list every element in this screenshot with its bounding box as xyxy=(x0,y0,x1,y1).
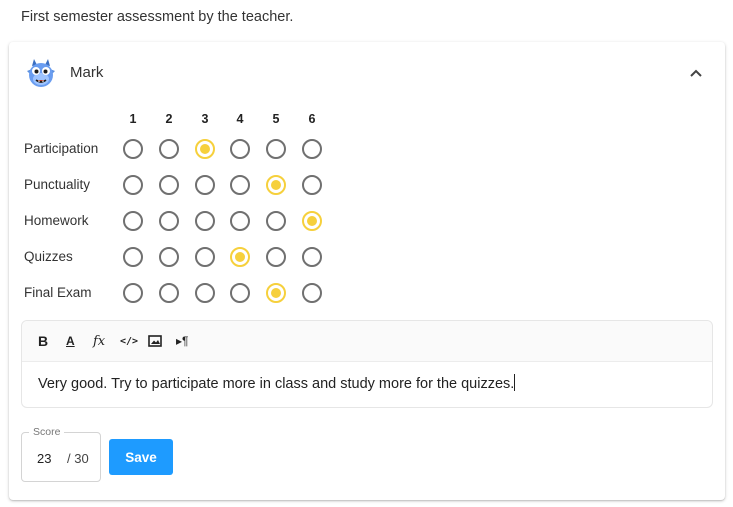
rating-radio-3[interactable] xyxy=(195,139,215,159)
scale-label-4: 4 xyxy=(236,112,244,126)
text-caret xyxy=(514,374,516,391)
rating-radio-6[interactable] xyxy=(302,283,322,303)
rating-radio-2[interactable] xyxy=(159,139,179,159)
rating-radio-5[interactable] xyxy=(266,175,286,195)
rating-radio-2[interactable] xyxy=(159,211,179,231)
criterion-label: Homework xyxy=(24,213,89,228)
scale-label-5: 5 xyxy=(272,112,280,126)
student-assessment-card: Mark 1 2 3 4 5 6 Participation Punctualit… xyxy=(9,42,725,500)
scale-label-6: 6 xyxy=(308,112,316,126)
rating-radio-5[interactable] xyxy=(266,139,286,159)
comment-editor[interactable]: B A fx </> ▸¶ Very good. Try to particip… xyxy=(21,320,713,408)
code-icon[interactable]: </> xyxy=(120,332,138,350)
rating-radio-1[interactable] xyxy=(123,139,143,159)
student-name: Mark xyxy=(70,64,104,81)
rating-radio-3[interactable] xyxy=(195,175,215,195)
criterion-label: Participation xyxy=(24,141,99,156)
rating-radio-6[interactable] xyxy=(302,139,322,159)
image-icon[interactable] xyxy=(148,332,162,350)
editor-toolbar: B A fx </> ▸¶ xyxy=(22,321,712,362)
rating-radio-1[interactable] xyxy=(123,283,143,303)
score-field[interactable]: Score 23 / 30 xyxy=(21,426,101,482)
rating-radio-1[interactable] xyxy=(123,175,143,195)
criterion-label: Final Exam xyxy=(24,285,92,300)
score-input[interactable]: 23 xyxy=(37,451,51,466)
criterion-label: Punctuality xyxy=(24,177,91,192)
rating-radio-3[interactable] xyxy=(195,211,215,231)
rating-radio-5[interactable] xyxy=(266,211,286,231)
rating-radio-4[interactable] xyxy=(230,211,250,231)
scale-label-1: 1 xyxy=(129,112,137,126)
scale-label-3: 3 xyxy=(201,112,209,126)
rating-radio-2[interactable] xyxy=(159,247,179,267)
font-color-icon[interactable]: A xyxy=(66,332,75,350)
score-label: Score xyxy=(29,426,65,438)
rating-radio-5[interactable] xyxy=(266,283,286,303)
monster-avatar-icon xyxy=(27,59,55,87)
paragraph-icon[interactable]: ▸¶ xyxy=(176,332,188,350)
rating-radio-1[interactable] xyxy=(123,211,143,231)
rating-radio-4[interactable] xyxy=(230,283,250,303)
collapse-button[interactable] xyxy=(684,61,708,85)
bold-icon[interactable]: B xyxy=(38,332,48,350)
rating-radio-3[interactable] xyxy=(195,283,215,303)
criterion-label: Quizzes xyxy=(24,249,73,264)
rating-radio-2[interactable] xyxy=(159,175,179,195)
rating-radio-5[interactable] xyxy=(266,247,286,267)
formula-icon[interactable]: fx xyxy=(93,332,105,350)
chevron-up-icon xyxy=(690,69,702,77)
comment-text-content: Very good. Try to participate more in cl… xyxy=(38,376,515,392)
rating-radio-6[interactable] xyxy=(302,175,322,195)
rating-radio-2[interactable] xyxy=(159,283,179,303)
score-max: / 30 xyxy=(67,451,89,466)
rating-radio-4[interactable] xyxy=(230,139,250,159)
student-header[interactable]: Mark xyxy=(9,42,725,104)
rating-radio-4[interactable] xyxy=(230,247,250,267)
rating-radio-6[interactable] xyxy=(302,211,322,231)
save-button[interactable]: Save xyxy=(109,439,173,475)
comment-text[interactable]: Very good. Try to participate more in cl… xyxy=(38,374,516,392)
rating-radio-1[interactable] xyxy=(123,247,143,267)
rating-radio-4[interactable] xyxy=(230,175,250,195)
assessment-description: First semester assessment by the teacher… xyxy=(21,9,294,25)
rating-radio-6[interactable] xyxy=(302,247,322,267)
rating-radio-3[interactable] xyxy=(195,247,215,267)
scale-label-2: 2 xyxy=(165,112,173,126)
